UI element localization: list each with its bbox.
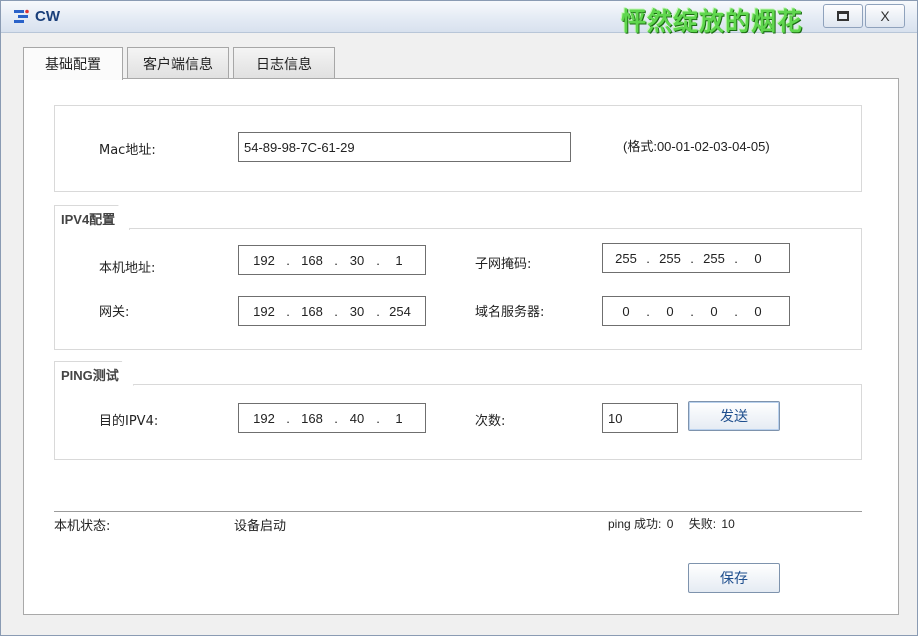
send-button[interactable]: 发送 bbox=[688, 401, 780, 431]
tab-basic-config[interactable]: 基础配置 bbox=[23, 47, 123, 80]
gateway-octet[interactable]: 254 bbox=[385, 304, 415, 319]
local-ip-label: 本机地址: bbox=[99, 261, 156, 276]
dest-ip-octet[interactable]: 1 bbox=[385, 411, 413, 426]
local-ip-octet[interactable]: 1 bbox=[385, 253, 413, 268]
ip-dot: . bbox=[334, 303, 338, 319]
ip-dot: . bbox=[376, 303, 380, 319]
network-app-icon bbox=[14, 9, 29, 23]
gateway-octet[interactable]: 192 bbox=[247, 304, 281, 319]
gateway-octet[interactable]: 30 bbox=[343, 304, 371, 319]
ipv4-group-title: IPV4配置 bbox=[54, 205, 130, 230]
ip-dot: . bbox=[376, 410, 380, 426]
mac-label: Mac地址: bbox=[99, 143, 156, 158]
mask-octet[interactable]: 255 bbox=[611, 251, 641, 266]
ping-count-input[interactable] bbox=[603, 404, 677, 432]
mac-group: Mac地址: (格式:00-01-02-03-04-05) bbox=[54, 105, 862, 192]
ip-dot: . bbox=[690, 250, 694, 266]
ip-dot: . bbox=[286, 303, 290, 319]
ping-group-title: PING测试 bbox=[54, 361, 134, 386]
ping-count-label: 次数: bbox=[475, 414, 506, 429]
dest-ip-label: 目的IPV4: bbox=[99, 414, 159, 429]
dest-ip-octet[interactable]: 40 bbox=[343, 411, 371, 426]
ip-dot: . bbox=[734, 303, 738, 319]
gateway-octet[interactable]: 168 bbox=[295, 304, 329, 319]
ip-dot: . bbox=[646, 250, 650, 266]
local-ip-octet[interactable]: 168 bbox=[295, 253, 329, 268]
mac-input-box[interactable] bbox=[238, 132, 571, 162]
dns-octet[interactable]: 0 bbox=[611, 304, 641, 319]
ip-dot: . bbox=[646, 303, 650, 319]
mac-input[interactable] bbox=[239, 133, 570, 161]
save-button[interactable]: 保存 bbox=[688, 563, 780, 593]
dest-ip-octet[interactable]: 168 bbox=[295, 411, 329, 426]
mask-octet[interactable]: 0 bbox=[743, 251, 773, 266]
close-button[interactable]: X bbox=[865, 4, 905, 28]
subnet-mask-label: 子网掩码: bbox=[475, 257, 532, 272]
dns-octet[interactable]: 0 bbox=[699, 304, 729, 319]
status-divider bbox=[54, 511, 862, 512]
mask-octet[interactable]: 255 bbox=[699, 251, 729, 266]
ping-success-count: 0 bbox=[666, 517, 674, 531]
window-title: CW bbox=[35, 8, 60, 25]
dns-label: 域名服务器: bbox=[475, 305, 545, 320]
ping-count-box[interactable] bbox=[602, 403, 678, 433]
ping-fail-label: 失败: bbox=[688, 517, 717, 531]
ip-dot: . bbox=[690, 303, 694, 319]
ping-success-label: ping 成功: bbox=[608, 517, 662, 531]
ip-dot: . bbox=[334, 410, 338, 426]
ip-dot: . bbox=[334, 252, 338, 268]
minimize-icon bbox=[837, 11, 849, 21]
tab-client-info[interactable]: 客户端信息 bbox=[127, 47, 229, 79]
ping-fail-count: 10 bbox=[721, 517, 735, 531]
ipv4-group: IPV4配置 本机地址: 192. 168. 30. 1 子网掩码: 255. … bbox=[54, 228, 862, 350]
dns-input[interactable]: 0. 0. 0. 0 bbox=[602, 296, 790, 326]
dest-ip-input[interactable]: 192. 168. 40. 1 bbox=[238, 403, 426, 433]
ip-dot: . bbox=[286, 252, 290, 268]
mask-octet[interactable]: 255 bbox=[655, 251, 685, 266]
ip-dot: . bbox=[286, 410, 290, 426]
minimize-button[interactable] bbox=[823, 4, 863, 28]
dest-ip-octet[interactable]: 192 bbox=[247, 411, 281, 426]
local-ip-octet[interactable]: 30 bbox=[343, 253, 371, 268]
status-value: 设备启动 bbox=[234, 519, 287, 534]
subnet-mask-input[interactable]: 255. 255. 255. 0 bbox=[602, 243, 790, 273]
local-ip-octet[interactable]: 192 bbox=[247, 253, 281, 268]
dns-octet[interactable]: 0 bbox=[655, 304, 685, 319]
gateway-label: 网关: bbox=[99, 305, 130, 320]
tab-log-info[interactable]: 日志信息 bbox=[233, 47, 335, 79]
status-label: 本机状态: bbox=[54, 519, 111, 534]
ping-stats: ping 成功: 0 失败: 10 bbox=[608, 515, 737, 532]
config-panel: Mac地址: (格式:00-01-02-03-04-05) IPV4配置 本机地… bbox=[23, 78, 899, 615]
close-icon: X bbox=[880, 8, 890, 24]
local-ip-input[interactable]: 192. 168. 30. 1 bbox=[238, 245, 426, 275]
ip-dot: . bbox=[376, 252, 380, 268]
gateway-input[interactable]: 192. 168. 30. 254 bbox=[238, 296, 426, 326]
app-window: CW 怦然绽放的烟花 X 基础配置 客户端信息 日志信息 Mac地址: (格式:… bbox=[0, 0, 918, 636]
dns-octet[interactable]: 0 bbox=[743, 304, 773, 319]
watermark-text: 怦然绽放的烟花 bbox=[621, 7, 804, 36]
mac-format-hint: (格式:00-01-02-03-04-05) bbox=[623, 139, 770, 154]
ip-dot: . bbox=[734, 250, 738, 266]
title-bar[interactable]: CW 怦然绽放的烟花 X bbox=[1, 1, 917, 36]
